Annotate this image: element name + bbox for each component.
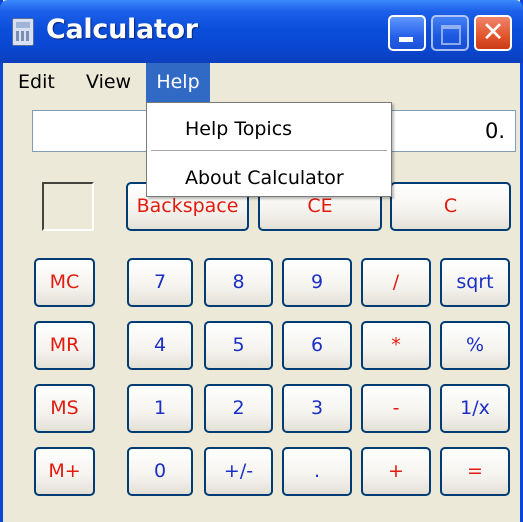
memory-clear-button[interactable]: MC [34,258,95,307]
help-dropdown-menu: Help Topics About Calculator [146,102,392,197]
menu-item-about-calculator[interactable]: About Calculator [185,167,344,189]
maximize-button[interactable] [431,15,469,51]
digit-5-button[interactable]: 5 [204,321,273,370]
digit-7-button[interactable]: 7 [127,258,193,307]
digit-8-button[interactable]: 8 [204,258,273,307]
calculator-app-icon[interactable] [12,18,34,46]
negate-button[interactable]: +/- [204,447,273,496]
close-icon: ✕ [481,17,505,48]
sqrt-button[interactable]: sqrt [440,258,510,307]
memory-recall-button[interactable]: MR [34,321,95,370]
add-button[interactable]: + [361,447,431,496]
digit-4-button[interactable]: 4 [127,321,193,370]
divide-button[interactable]: / [361,258,431,307]
menu-bar: Edit View Help [3,63,520,102]
menu-item-help-topics[interactable]: Help Topics [185,118,292,140]
digit-3-button[interactable]: 3 [282,384,352,433]
digit-1-button[interactable]: 1 [127,384,193,433]
menu-view[interactable]: View [86,63,131,102]
window-title: Calculator [46,14,198,45]
menu-edit[interactable]: Edit [18,63,55,102]
equals-button[interactable]: = [440,447,510,496]
memory-indicator [42,182,94,231]
menu-separator [151,150,387,152]
multiply-button[interactable]: * [361,321,431,370]
digit-0-button[interactable]: 0 [127,447,193,496]
minimize-button[interactable] [388,15,426,51]
menu-help[interactable]: Help [146,63,210,102]
digit-9-button[interactable]: 9 [282,258,352,307]
close-button[interactable]: ✕ [474,15,512,51]
decimal-button[interactable]: . [282,447,352,496]
reciprocal-button[interactable]: 1/x [440,384,510,433]
memory-add-button[interactable]: M+ [34,447,95,496]
percent-button[interactable]: % [440,321,510,370]
digit-2-button[interactable]: 2 [204,384,273,433]
title-bar[interactable]: Calculator ✕ [0,0,523,63]
digit-6-button[interactable]: 6 [282,321,352,370]
subtract-button[interactable]: - [361,384,431,433]
calculator-window: Calculator ✕ Edit View Help 0. Backspace… [0,0,523,522]
memory-store-button[interactable]: MS [34,384,95,433]
clear-button[interactable]: C [390,182,511,231]
